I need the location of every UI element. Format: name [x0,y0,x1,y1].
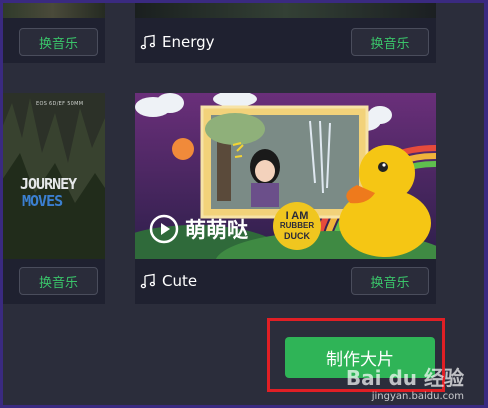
video-thumbnail[interactable]: EOS 6D/EF 50MM JOURNEY MOVES [0,93,105,259]
thumb-caption: EOS 6D/EF 50MM [36,101,84,107]
duck-sign-line: I AM [285,210,309,222]
video-card-cute[interactable]: I AM RUBBER DUCK 萌萌哒 Cute 换音乐 [135,93,436,304]
track-name-label: Cute [162,272,198,290]
video-thumbnail[interactable]: I AM RUBBER DUCK 萌萌哒 [135,93,436,259]
play-overlay[interactable]: 萌萌哒 [149,214,248,244]
change-music-button[interactable]: 换音乐 [351,28,429,56]
music-note-icon [140,34,156,50]
play-icon[interactable] [149,214,179,244]
duck-sign-line: DUCK [284,231,310,241]
track-name-label: Energy [162,33,215,51]
duck-sign-text: I AM RUBBER DUCK [274,210,320,242]
video-thumbnail[interactable] [135,0,436,18]
music-note-icon [140,273,156,289]
watermark-url: jingyan.baidu.com [371,391,464,402]
duck-sign-line: RUBBER [279,221,315,230]
video-card-energy[interactable]: Energy 换音乐 [135,0,436,63]
change-music-button[interactable]: 换音乐 [19,28,98,56]
video-card-top-left[interactable]: 换音乐 [0,0,105,63]
change-music-button[interactable]: 换音乐 [351,267,429,295]
thumb-title-moves: MOVES [22,192,63,210]
thumb-title-journey: JOURNEY [20,175,77,193]
track-name: Energy [140,33,215,51]
track-name: Cute [140,272,197,290]
play-label: 萌萌哒 [185,218,248,242]
watermark: Bai du 经验 jingyan.baidu.com [346,362,464,402]
video-card-journey[interactable]: EOS 6D/EF 50MM JOURNEY MOVES 换音乐 [0,93,105,304]
watermark-brand: Bai du 经验 [345,366,464,390]
video-thumbnail[interactable] [0,0,105,18]
change-music-button[interactable]: 换音乐 [19,267,98,295]
